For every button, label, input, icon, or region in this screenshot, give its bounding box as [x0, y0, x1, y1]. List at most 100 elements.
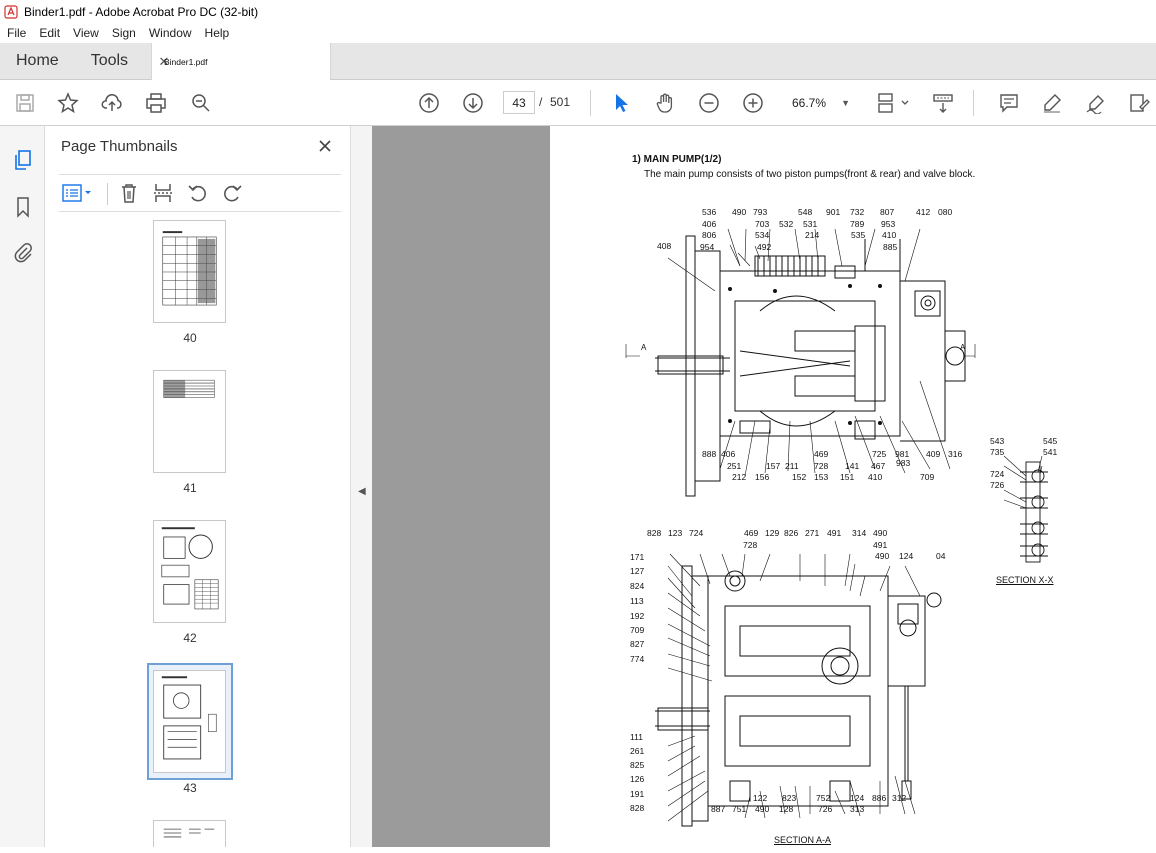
callout-label: 152 [792, 472, 807, 482]
callout-label: 111 [630, 732, 643, 742]
window-title: Binder1.pdf - Adobe Acrobat Pro DC (32-b… [24, 4, 259, 19]
callout-label: 735 [990, 447, 1005, 457]
callout-label: 954 [700, 242, 715, 252]
toolbar: 43 / 501 66.7% ▼ [0, 80, 1156, 126]
page-thumbnail[interactable] [153, 370, 226, 473]
thumbnail-preview [162, 231, 217, 306]
menu-view[interactable]: View [66, 26, 105, 40]
callout-label: 211 [785, 461, 799, 471]
callout-label: 156 [755, 472, 770, 482]
tab-home[interactable]: Home [0, 43, 75, 79]
zoom-in-icon[interactable] [742, 92, 764, 114]
zoom-search-icon[interactable] [190, 92, 212, 114]
doc-heading: 1) MAIN PUMP(1/2) [632, 154, 722, 165]
callout-label: 774 [630, 654, 645, 664]
callout-label: 171 [630, 552, 645, 562]
select-cursor-icon[interactable] [610, 92, 632, 114]
tab-document[interactable]: Binder1.pdf ✕ [151, 43, 331, 80]
stamp-tool-icon[interactable] [1128, 92, 1150, 114]
callout-label: 827 [630, 639, 645, 649]
scroll-mode-icon[interactable] [932, 92, 954, 114]
callout-label: 983 [896, 458, 911, 468]
callout-label: 828 [647, 528, 662, 538]
callout-label: 129 [765, 528, 780, 538]
callout-label: 824 [630, 581, 645, 591]
page-thumbnail[interactable] [153, 220, 226, 323]
page-number-input[interactable]: 43 [503, 91, 535, 114]
rotate-right-icon[interactable] [220, 181, 244, 205]
split-page-icon[interactable] [151, 181, 175, 205]
menu-help[interactable]: Help [198, 26, 236, 40]
callout-label: 406 [702, 219, 717, 229]
callout-label: 725 [872, 449, 887, 459]
callout-label: 726 [990, 480, 1005, 490]
callout-label: 492 [757, 242, 772, 252]
callout-label: 313 [850, 804, 865, 814]
hand-tool-icon[interactable] [654, 92, 676, 114]
callout-label: 807 [880, 207, 895, 217]
collapse-panel-icon[interactable]: ◀ [358, 486, 366, 497]
page-thumbnail-selected[interactable] [153, 670, 226, 773]
page-thumbnail[interactable] [153, 820, 226, 847]
doc-subheading: The main pump consists of two piston pum… [644, 169, 976, 180]
menu-sign[interactable]: Sign [105, 26, 142, 40]
callout-label: 261 [630, 746, 645, 756]
delete-page-icon[interactable] [117, 181, 141, 205]
callout-label: 212 [732, 472, 747, 482]
callout-label: 490 [755, 804, 770, 814]
callout-label: 141 [845, 461, 860, 471]
menu-file[interactable]: File [0, 26, 32, 40]
callout-label: 491 [827, 528, 842, 538]
page-thumbnails-icon[interactable] [11, 148, 35, 172]
bookmark-icon[interactable] [11, 195, 35, 219]
sign-pen-icon[interactable] [1085, 92, 1107, 114]
callout-label: 826 [784, 528, 799, 538]
callout-label: 534 [755, 230, 770, 240]
callout-label: 709 [920, 472, 935, 482]
attachment-icon[interactable] [11, 240, 35, 264]
callout-label: 709 [630, 625, 645, 635]
callout-label: 126 [630, 774, 645, 784]
toolbar-divider [590, 90, 591, 116]
callout-label: 886 [872, 793, 887, 803]
zoom-level-select[interactable]: 66.7% ▼ [784, 91, 856, 114]
thumbnail-preview [163, 828, 215, 838]
callout-label: 271 [805, 528, 820, 538]
star-icon[interactable] [57, 92, 79, 114]
section-marker-a: A [960, 343, 966, 352]
callout-label: 531 [803, 219, 818, 229]
callout-label: 214 [805, 230, 820, 240]
next-page-icon[interactable] [462, 92, 484, 114]
previous-page-icon[interactable] [418, 92, 440, 114]
menu-window[interactable]: Window [142, 26, 198, 40]
upload-cloud-icon[interactable] [101, 92, 123, 114]
page-thumbnail[interactable] [153, 520, 226, 623]
callout-label: 251 [727, 461, 742, 471]
callout-label: 887 [711, 804, 726, 814]
panel-splitter[interactable]: ◀ [350, 126, 372, 847]
menu-edit[interactable]: Edit [32, 26, 66, 40]
options-menu-icon[interactable] [61, 181, 95, 205]
acrobat-icon [4, 4, 18, 19]
menu-bar: File Edit View Sign Window Help [0, 23, 1156, 43]
callout-label: 752 [816, 793, 831, 803]
callout-label: 728 [814, 461, 829, 471]
close-panel-icon[interactable] [315, 136, 335, 156]
callout-label: 409 [926, 449, 941, 459]
highlight-pen-icon[interactable] [1041, 92, 1063, 114]
callout-label: 953 [881, 219, 896, 229]
page-fit-icon[interactable] [876, 92, 910, 114]
callout-label: 793 [753, 207, 768, 217]
callout-label: 726 [818, 804, 833, 814]
rotate-left-icon[interactable] [186, 181, 210, 205]
section-aa-drawing [655, 553, 942, 827]
callout-label: 491 [873, 540, 888, 550]
tab-tools[interactable]: Tools [75, 43, 144, 79]
zoom-out-icon[interactable] [698, 92, 720, 114]
save-icon[interactable] [14, 92, 36, 114]
print-icon[interactable] [145, 92, 167, 114]
comment-icon[interactable] [998, 92, 1020, 114]
callout-label: 532 [779, 219, 794, 229]
callout-label: 543 [990, 436, 1005, 446]
callout-label: 888 [702, 449, 717, 459]
